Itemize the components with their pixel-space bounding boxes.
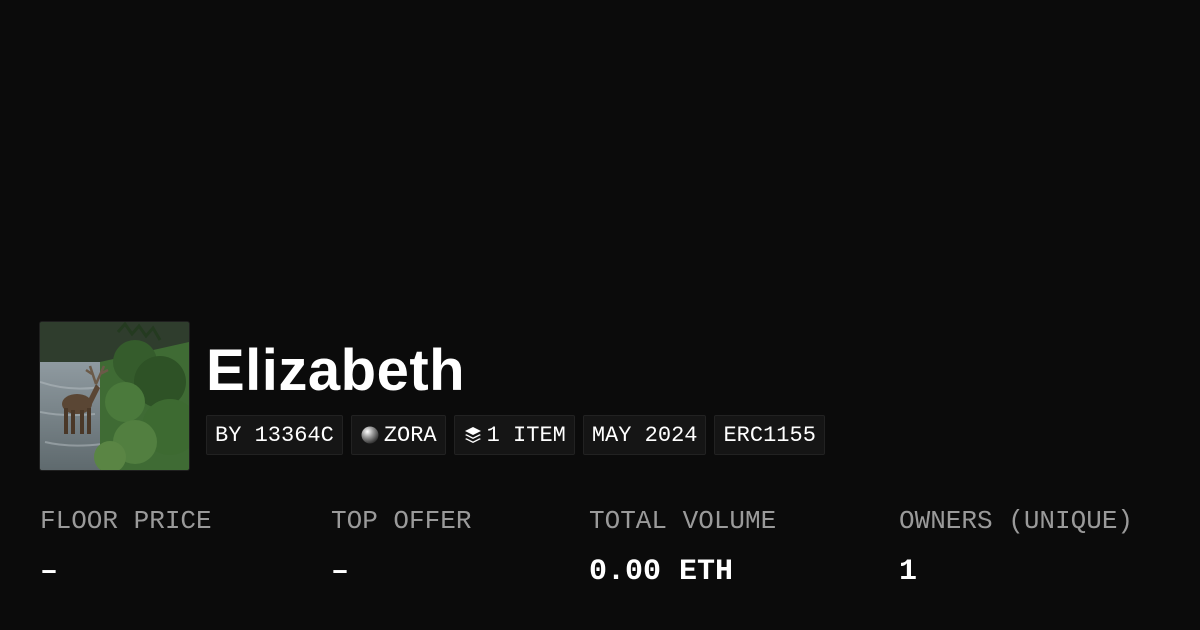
creator-badge[interactable]: BY 13364C: [206, 415, 343, 455]
stat-label: FLOOR PRICE: [40, 506, 212, 536]
collection-card: Elizabeth BY 13364C ZORA 1 ITEM MAY 2024…: [0, 0, 1200, 630]
standard-label: ERC1155: [723, 422, 816, 448]
network-badge[interactable]: ZORA: [350, 415, 446, 455]
zora-orb-icon: [360, 425, 380, 445]
date-badge: MAY 2024: [582, 415, 707, 455]
stat-owners: OWNERS (UNIQUE) 1: [899, 505, 1133, 589]
date-label: MAY 2024: [591, 422, 698, 448]
standard-badge: ERC1155: [714, 415, 825, 455]
stat-top-offer: TOP OFFER –: [331, 505, 471, 589]
network-label: ZORA: [383, 422, 437, 448]
layers-icon: [463, 425, 483, 445]
collection-thumbnail: [40, 322, 189, 470]
stat-value: –: [331, 555, 350, 589]
stat-floor-price: FLOOR PRICE –: [40, 505, 212, 589]
items-label: 1 ITEM: [486, 422, 566, 448]
stat-value: 1: [899, 555, 918, 589]
collection-badges: BY 13364C ZORA 1 ITEM MAY 2024 ERC1155: [206, 415, 825, 455]
stat-value: 0.00 ETH: [589, 555, 734, 589]
items-badge[interactable]: 1 ITEM: [453, 415, 575, 455]
elk-in-river-photo: [40, 322, 189, 470]
collection-title: Elizabeth: [206, 338, 466, 403]
stat-label: TOP OFFER: [331, 506, 472, 536]
creator-label: BY 13364C: [215, 422, 334, 448]
stat-label: OWNERS (UNIQUE): [899, 506, 1134, 536]
stat-value: –: [40, 555, 59, 589]
stat-label: TOTAL VOLUME: [589, 506, 777, 536]
stat-total-volume: TOTAL VOLUME 0.00 ETH: [589, 505, 776, 589]
